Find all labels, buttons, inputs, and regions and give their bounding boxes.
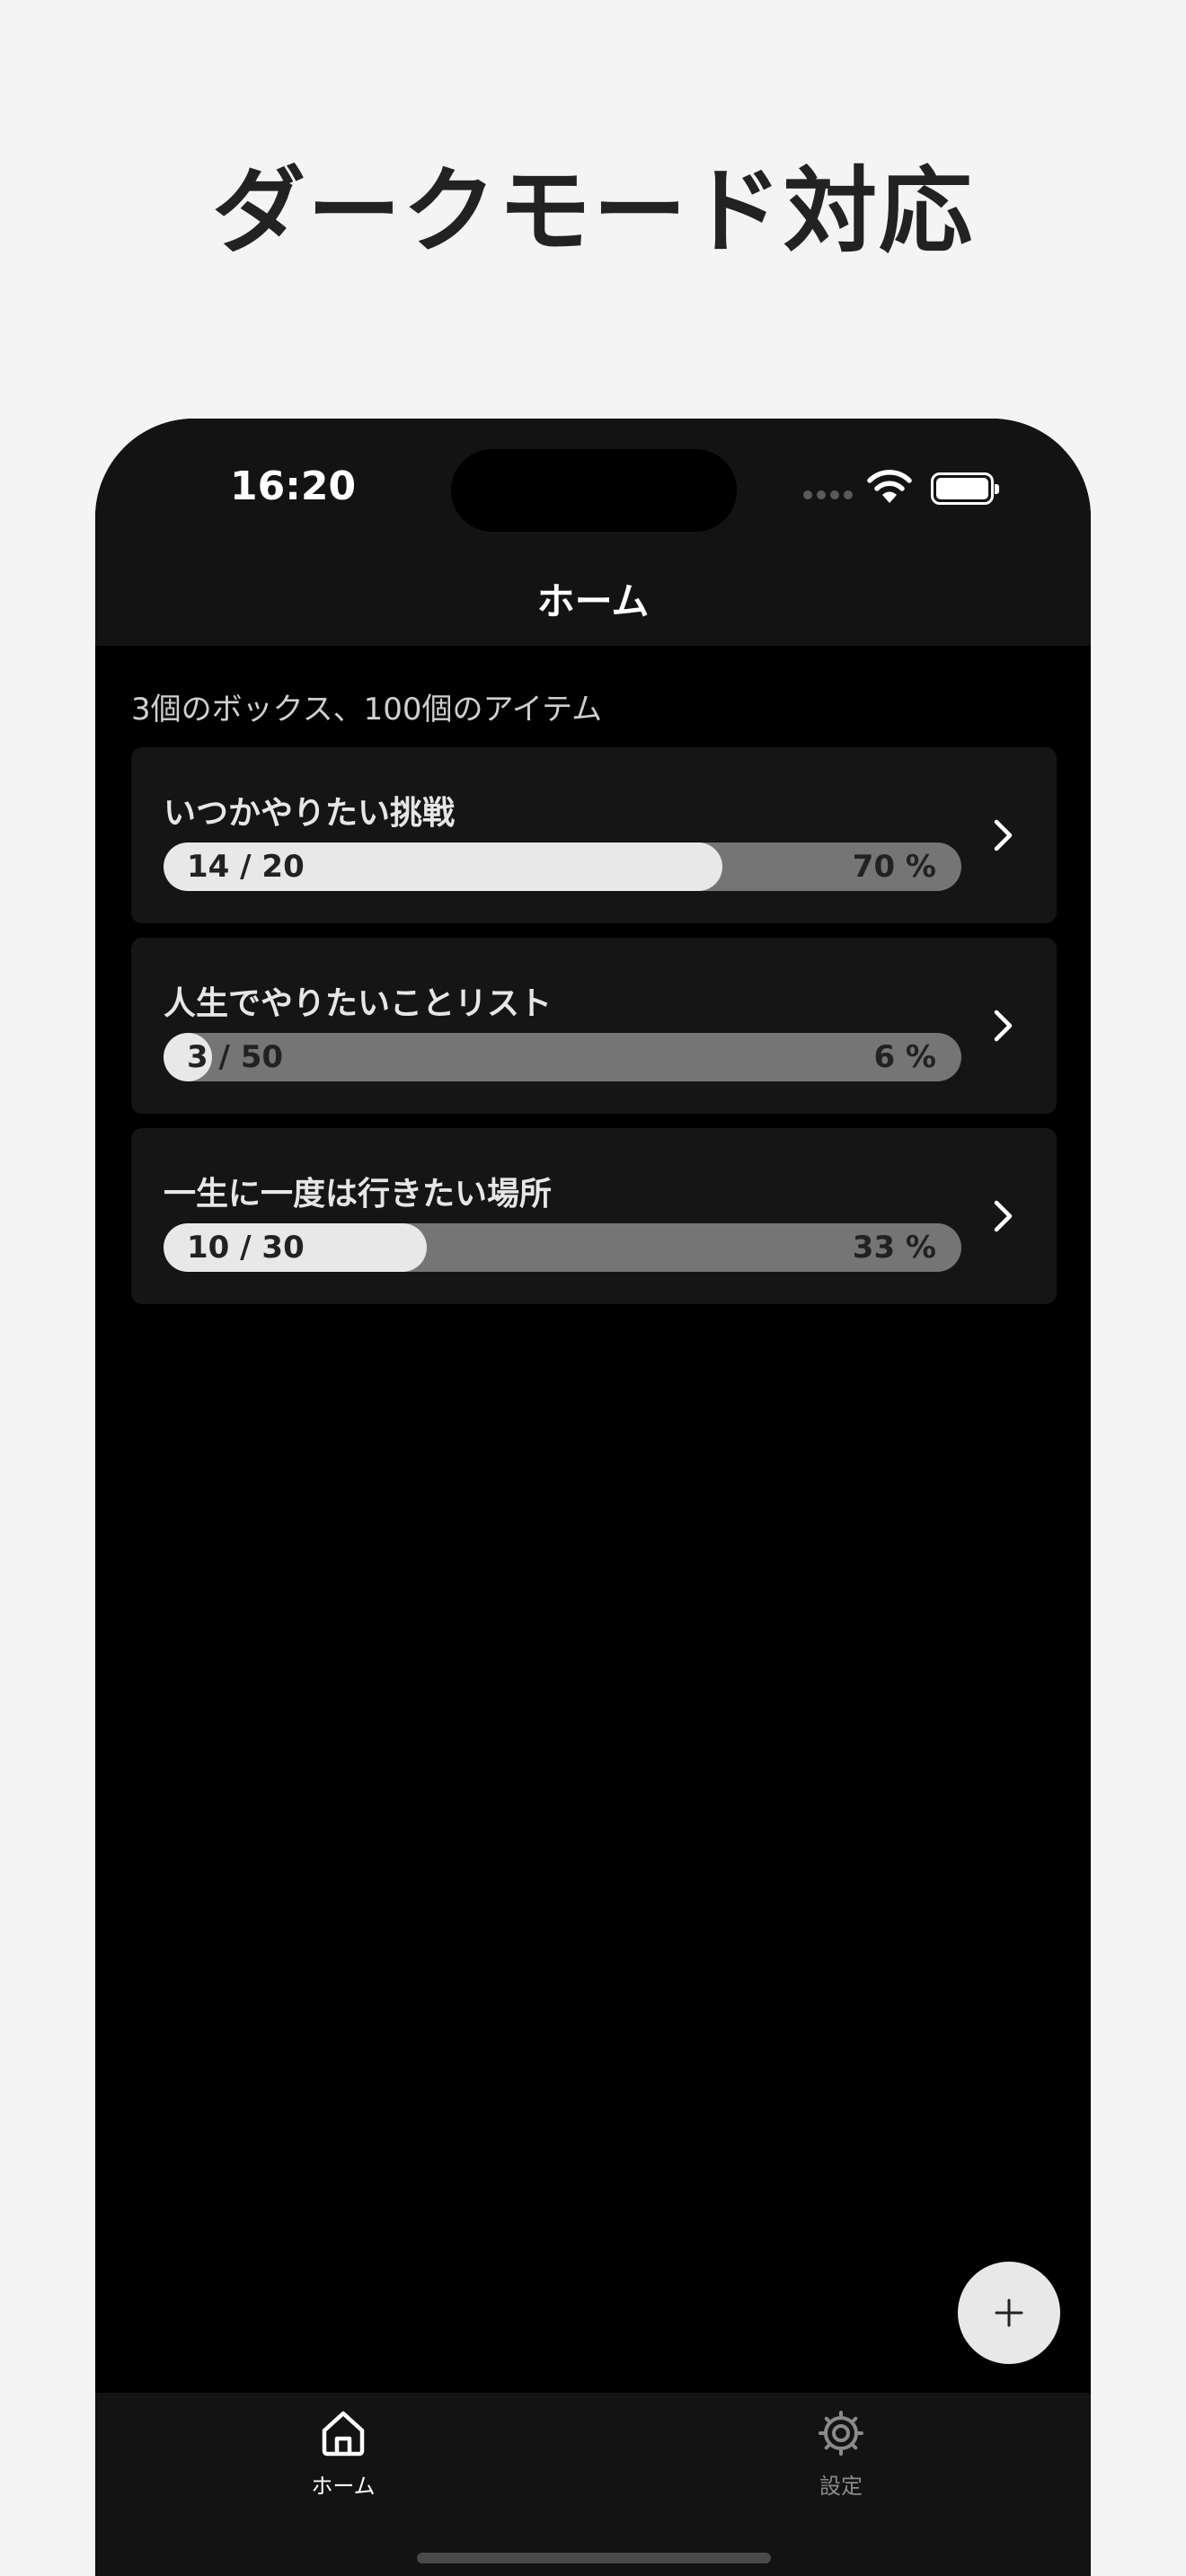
- gear-icon: [819, 2411, 863, 2456]
- progress-percent: 70 %: [852, 849, 936, 885]
- dynamic-island: [451, 449, 737, 532]
- add-box-button[interactable]: [958, 2262, 1060, 2364]
- progress-bar: 14 / 20 70 %: [164, 842, 961, 891]
- box-title: いつかやりたい挑戦: [164, 795, 456, 832]
- progress-count: 14 / 20: [187, 849, 305, 885]
- box-summary: 3個のボックス、100個のアイテム: [131, 692, 603, 728]
- nav-title: ホーム: [536, 579, 650, 623]
- box-card[interactable]: 人生でやりたいことリスト 3 / 50 6 %: [131, 938, 1057, 1114]
- home-icon: [322, 2411, 365, 2457]
- header-area: 16:20 ホーム: [95, 419, 1091, 646]
- home-indicator: [417, 2553, 771, 2563]
- battery-icon: [931, 472, 999, 505]
- progress-bar: 10 / 30 33 %: [164, 1223, 961, 1272]
- box-card[interactable]: いつかやりたい挑戦 14 / 20 70 %: [131, 747, 1057, 923]
- cellular-signal-icon: [803, 490, 853, 499]
- chevron-right-icon: [994, 819, 1013, 851]
- wifi-icon: [867, 470, 912, 503]
- progress-count: 3 / 50: [187, 1039, 284, 1075]
- tab-home[interactable]: ホーム: [253, 2407, 433, 2500]
- tab-settings[interactable]: 設定: [751, 2407, 931, 2500]
- progress-count: 10 / 30: [187, 1230, 305, 1266]
- plus-icon: [995, 2298, 1023, 2327]
- tab-label: 設定: [819, 2474, 863, 2499]
- chevron-right-icon: [994, 1010, 1013, 1042]
- status-time: 16:20: [230, 463, 357, 509]
- tab-label: ホーム: [311, 2474, 376, 2499]
- progress-percent: 33 %: [852, 1230, 936, 1266]
- page-headline: ダークモード対応: [211, 156, 974, 266]
- tab-bar: ホーム 設定: [95, 2393, 1091, 2576]
- box-title: 一生に一度は行きたい場所: [164, 1176, 553, 1213]
- box-title: 人生でやりたいことリスト: [164, 985, 553, 1022]
- box-card[interactable]: 一生に一度は行きたい場所 10 / 30 33 %: [131, 1128, 1057, 1304]
- progress-percent: 6 %: [873, 1039, 936, 1075]
- chevron-right-icon: [994, 1200, 1013, 1232]
- phone-screen: 16:20 ホーム 3個のボックス、100個のアイテム いつかやりたい挑戦 14…: [95, 419, 1091, 2576]
- progress-bar: 3 / 50 6 %: [164, 1033, 961, 1081]
